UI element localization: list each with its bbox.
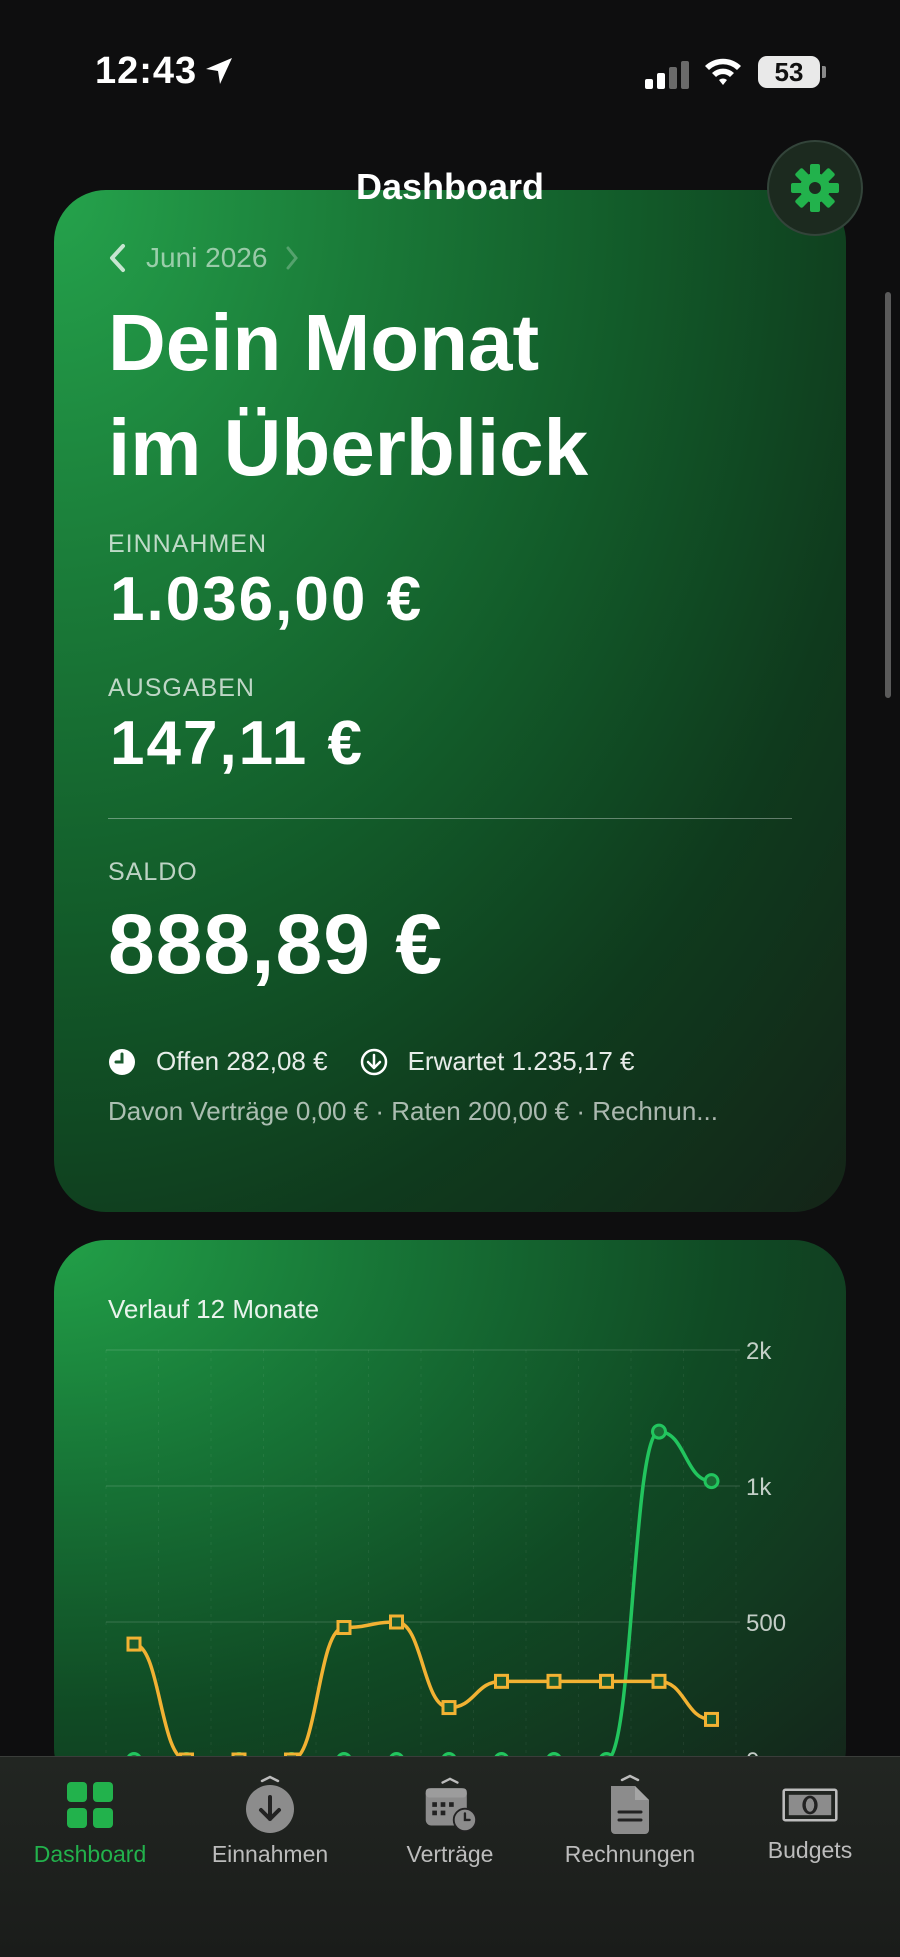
scrollbar[interactable] [885,292,891,698]
data-point [126,1636,142,1652]
arrow-down-circle-icon [242,1775,298,1833]
arrow-down-circle-icon [360,1048,387,1075]
headline-line2: im Überblick [108,403,589,492]
history-line-chart: 2k1k5000 [105,1338,786,1800]
cellular-signal-icon [645,61,689,89]
balance-label: SALDO [108,858,198,886]
tab-label: Rechnungen [564,1841,696,1867]
month-label: Juni 2026 [146,242,268,273]
gear-icon [791,164,839,212]
data-point [389,1614,404,1630]
series-line-0 [134,1429,712,1762]
data-point [651,1673,667,1689]
month-navigation: Juni 2026 [108,242,299,274]
expenses-value: 147,11 € [110,709,364,778]
clock-icon [109,1048,135,1075]
tab-label: Budgets [767,1837,853,1863]
y-tick-label: 2k [746,1338,772,1365]
history-chart-card: Verlauf 12 Monate 2k1k5000 [54,1240,846,1800]
chevron-right-icon[interactable] [285,245,299,271]
status-bar: 12:43 53 [0,0,900,150]
data-point [651,1423,667,1440]
open-expected-row: Offen 282,08 € Erwartet 1.235,17 € [108,1046,634,1077]
data-point [336,1620,352,1636]
tab-bar: Dashboard Einnahmen Verträge Rechnungen … [0,1756,900,1957]
wifi-icon [705,58,741,85]
document-icon [602,1774,658,1834]
data-point [704,1711,719,1727]
settings-button[interactable] [767,140,863,236]
calendar-clock-icon [422,1777,478,1833]
tab-budgets[interactable]: Budgets [720,1757,900,1897]
balance-value: 888,89 € [108,897,443,991]
tab-label: Verträge [406,1841,494,1867]
expenses-label: AUSGABEN [108,674,255,702]
y-tick-label: 1k [746,1474,772,1501]
data-point [441,1700,457,1716]
expected-amount: Erwartet 1.235,17 € [407,1046,635,1076]
divider [108,818,792,819]
tab-rechnungen[interactable]: Rechnungen [540,1757,720,1897]
page-title: Dashboard [355,166,545,207]
data-point [599,1673,614,1689]
location-arrow-icon [206,58,232,84]
tab-einnahmen[interactable]: Einnahmen [180,1757,360,1897]
battery-indicator: 53 [758,56,826,88]
income-label: EINNAHMEN [108,530,268,558]
grid-icon [62,1777,118,1833]
y-tick-label: 500 [746,1610,786,1637]
data-point [703,1473,720,1490]
income-value: 1.036,00 € [110,565,424,634]
tab-dashboard[interactable]: Dashboard [0,1757,180,1897]
headline-line1: Dein Monat [108,298,540,387]
tab-label: Dashboard [33,1841,147,1867]
open-amount: Offen 282,08 € [156,1046,328,1076]
breakdown-text: Davon Verträge 0,00 € · Raten 200,00 € ·… [108,1096,718,1126]
data-point [494,1673,509,1689]
status-time: 12:43 [95,50,198,92]
tab-vertraege[interactable]: Verträge [360,1757,540,1897]
chevron-left-icon[interactable] [108,243,128,273]
headline: Dein Monat im Überblick [108,290,588,500]
banknote-icon [782,1777,838,1833]
data-point [546,1673,562,1689]
tab-label: Einnahmen [211,1841,329,1867]
month-summary-card: Juni 2026 Dein Monat im Überblick EINNAH… [54,190,846,1212]
